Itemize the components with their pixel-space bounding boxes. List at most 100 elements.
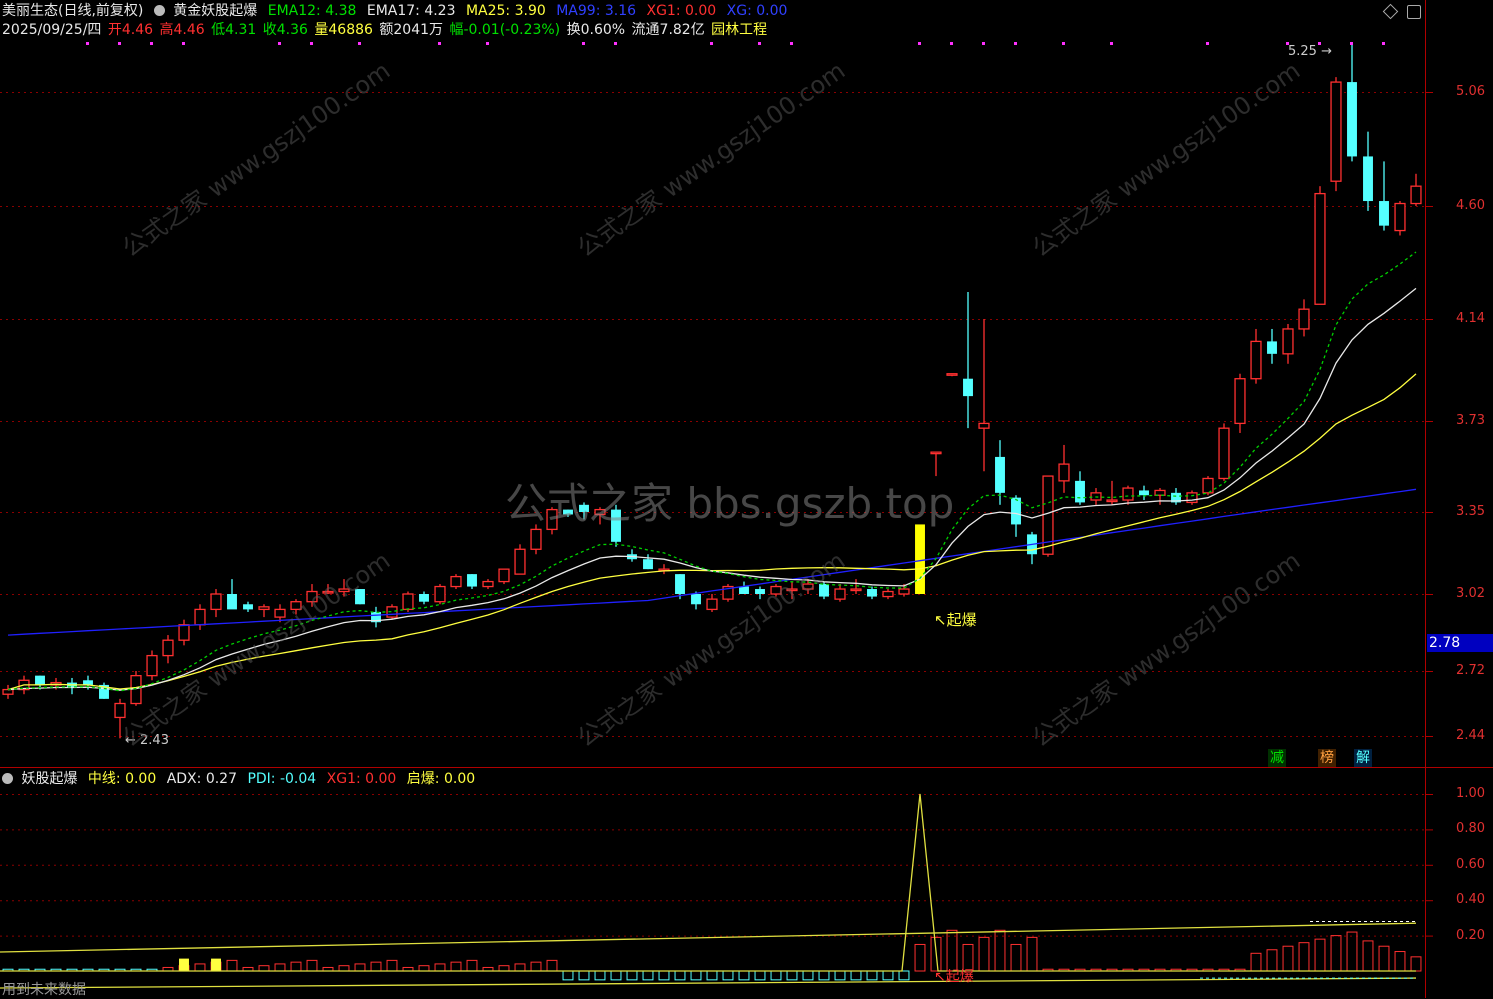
- candle-body: [1234, 378, 1246, 425]
- ma99-value: MA99: 3.16: [556, 3, 637, 19]
- candle-body: [258, 606, 270, 611]
- candle-body: [402, 593, 414, 611]
- candle-body: [1058, 463, 1070, 482]
- quote-open: 开4.46: [107, 22, 154, 38]
- signal-dot: [758, 42, 761, 45]
- signal-dot: [1062, 42, 1065, 45]
- signal-dot: [310, 42, 313, 45]
- ema12-value: EMA12: 4.38: [267, 3, 357, 19]
- candle-body: [2, 688, 14, 695]
- stock-title[interactable]: 美丽生态(日线,前复权): [2, 3, 143, 19]
- candle-body: [434, 585, 446, 603]
- quote-amount: 额2041万: [379, 22, 444, 38]
- candle-body: [882, 590, 894, 598]
- signal-dot: [614, 42, 617, 45]
- candle-body: [706, 598, 718, 611]
- indicator-axis-label: 0.60: [1456, 856, 1485, 872]
- price-axis-label: 5.06: [1456, 84, 1485, 99]
- signal-label: ↖起爆: [934, 611, 977, 629]
- indicator-highlight: [211, 958, 221, 971]
- signal-dot: [1350, 42, 1353, 45]
- candle-body: [35, 675, 45, 685]
- candle-body: [450, 575, 462, 588]
- header-bar: 美丽生态(日线,前复权) 黄金妖股起爆 EMA12: 4.38 EMA17: 4…: [2, 2, 793, 20]
- dropdown-circle-icon[interactable]: [153, 5, 165, 16]
- quote-volume: 量46886: [314, 22, 373, 38]
- signal-dot: [438, 42, 441, 45]
- candle-body: [210, 593, 222, 611]
- dropdown-circle-icon[interactable]: [2, 773, 13, 784]
- indicator-axis-label: 0.20: [1456, 927, 1485, 943]
- center-watermark: 公式之家 bbs.gszb.top: [505, 479, 955, 528]
- indicator-axis-label: 0.80: [1456, 821, 1485, 837]
- quote-close: 收4.36: [262, 22, 308, 38]
- quote-change: 幅-0.01(-0.23%): [449, 22, 561, 38]
- signal-dot: [486, 42, 489, 45]
- candle-body: [1282, 328, 1294, 355]
- candle-body: [898, 588, 910, 595]
- tag-rank[interactable]: 榜: [1318, 749, 1336, 767]
- ma25-value: MA25: 3.90: [465, 3, 546, 19]
- candle-body: [419, 594, 429, 602]
- candle-body: [930, 451, 942, 455]
- candle-body: [498, 568, 510, 583]
- candle-body: [83, 680, 93, 685]
- candle-body: [1202, 477, 1214, 494]
- candle-body: [675, 574, 685, 594]
- candle-body: [995, 456, 1005, 493]
- candle-body: [1139, 490, 1149, 496]
- formula-name[interactable]: 黄金妖股起爆: [173, 3, 257, 19]
- tag-unlock[interactable]: 解: [1354, 749, 1372, 767]
- candle-body: [227, 594, 237, 610]
- signal-dot: [950, 42, 953, 45]
- indicator-mid: 中线: 0.00: [87, 771, 157, 787]
- candle-body: [243, 604, 253, 610]
- tag-reduce[interactable]: 减: [1268, 749, 1286, 767]
- candle-body: [1075, 480, 1085, 503]
- candle-body: [194, 608, 206, 626]
- candle-body: [1122, 487, 1134, 501]
- signal-dot: [790, 42, 793, 45]
- candle-body: [643, 559, 653, 570]
- price-axis-label: 3.35: [1456, 504, 1485, 519]
- price-axis-label: 3.02: [1456, 586, 1485, 601]
- indicator-name[interactable]: 妖股起爆: [21, 771, 77, 787]
- candle-body: [850, 588, 862, 592]
- signal-dot: [358, 42, 361, 45]
- candle-body: [1267, 341, 1277, 354]
- candle-body: [514, 548, 526, 575]
- signal-dot: [150, 42, 153, 45]
- signal-dot: [918, 42, 921, 45]
- candle-body: [1218, 427, 1230, 480]
- candle-body: [1330, 81, 1342, 182]
- price-axis-label: 2.72: [1456, 663, 1485, 678]
- quote-high: 高4.46: [159, 22, 205, 38]
- indicator-axis-label: 0.40: [1456, 892, 1485, 908]
- xg1-value: XG1: 0.00: [646, 3, 717, 19]
- candle-body: [1379, 201, 1389, 226]
- candle-body: [1394, 202, 1406, 232]
- candle-body: [530, 528, 542, 550]
- price-axis-label: 4.60: [1456, 198, 1485, 213]
- quote-turnover: 换0.60%: [566, 22, 626, 38]
- quote-info-bar: 2025/09/25/四 开4.46 高4.46 低4.31 收4.36 量46…: [2, 21, 773, 39]
- candle-body: [482, 580, 494, 588]
- quote-sector[interactable]: 园林工程: [711, 22, 767, 38]
- current-price-tag: 2.78: [1427, 634, 1493, 652]
- signal-dot: [582, 42, 585, 45]
- signal-dot: [278, 42, 281, 45]
- candle-body: [114, 702, 126, 719]
- candle-body: [1363, 156, 1373, 202]
- signal-dot: [118, 42, 121, 45]
- candle-body: [146, 654, 158, 677]
- price-axis-label: 4.14: [1456, 311, 1485, 326]
- signal-dot: [1014, 42, 1017, 45]
- indicator-qibao: 启爆: 0.00: [406, 771, 476, 787]
- candle-body: [162, 639, 174, 657]
- candle-body: [1347, 82, 1357, 157]
- price-axis-label: 2.44: [1456, 728, 1485, 743]
- indicator-xg1: XG1: 0.00: [326, 771, 397, 787]
- window-toggle-icon[interactable]: [1407, 5, 1421, 19]
- candle-body: [1106, 499, 1118, 503]
- xg-value: XG: 0.00: [726, 3, 788, 19]
